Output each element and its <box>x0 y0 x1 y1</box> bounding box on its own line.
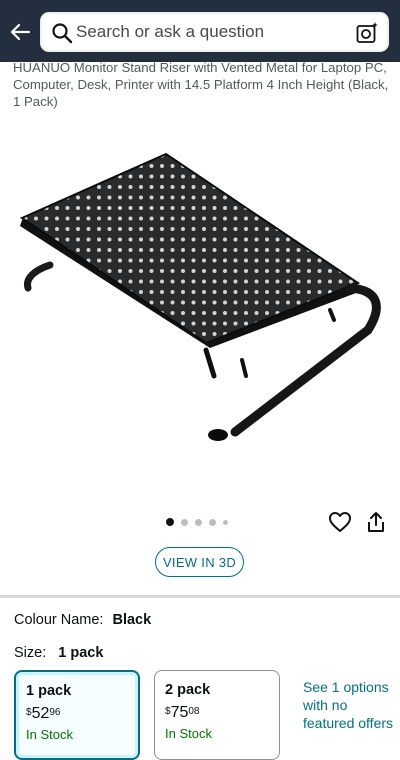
price-whole: 75 <box>170 704 189 721</box>
colour-name-value: Black <box>112 612 152 628</box>
colour-name-row: Colour Name: Black <box>14 612 151 628</box>
view-in-3d-button[interactable]: VIEW IN 3D <box>155 547 244 577</box>
size-option-1-pack[interactable]: 1 pack $ 52 96 In Stock <box>14 670 140 760</box>
carousel-dot[interactable] <box>195 518 202 526</box>
search-box[interactable] <box>40 12 389 52</box>
share-icon[interactable] <box>365 510 387 534</box>
product-image[interactable] <box>10 140 390 460</box>
price-fraction: 96 <box>49 707 61 718</box>
heart-icon[interactable] <box>328 510 352 534</box>
top-bar <box>0 0 400 62</box>
carousel-dot[interactable] <box>166 518 174 526</box>
stock-status: In Stock <box>26 727 73 742</box>
stock-status: In Stock <box>165 726 212 741</box>
camera-search-icon[interactable] <box>355 21 379 45</box>
see-more-options-link[interactable]: See 1 options with no featured offers <box>303 678 398 732</box>
size-value: 1 pack <box>58 645 104 661</box>
search-input[interactable] <box>76 14 341 50</box>
colour-name-label: Colour Name: <box>14 612 104 628</box>
option-name: 2 pack <box>165 682 211 698</box>
product-title: HUANUO Monitor Stand Riser with Vented M… <box>13 60 389 109</box>
search-icon <box>52 23 73 44</box>
image-carousel-dots[interactable] <box>166 517 228 527</box>
back-arrow-icon <box>10 23 31 41</box>
section-divider <box>0 595 400 598</box>
price-whole: 52 <box>31 705 50 722</box>
size-label: Size: <box>14 645 47 661</box>
back-button[interactable] <box>6 18 34 46</box>
option-name: 1 pack <box>26 683 72 699</box>
option-price: $ 52 96 <box>26 705 60 723</box>
carousel-dot[interactable] <box>223 519 228 525</box>
carousel-dot[interactable] <box>181 518 188 526</box>
price-fraction: 08 <box>188 706 200 717</box>
size-option-2-pack[interactable]: 2 pack $ 75 08 In Stock <box>154 670 280 760</box>
option-price: $ 75 08 <box>165 704 199 722</box>
carousel-dot[interactable] <box>209 518 216 526</box>
size-row: Size: 1 pack <box>14 645 103 661</box>
